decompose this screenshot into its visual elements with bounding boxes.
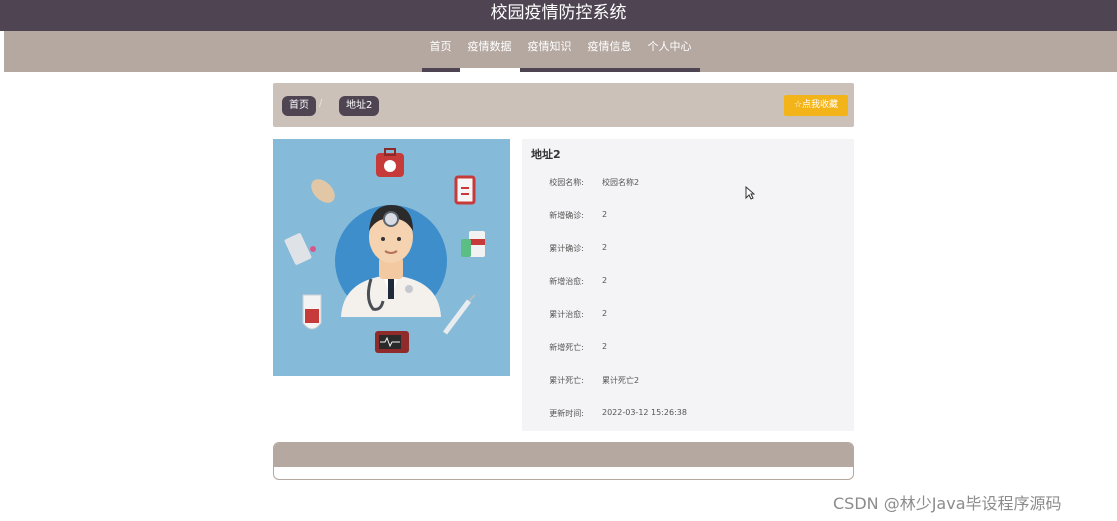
nav-item-epidemic-knowledge[interactable]: 疫情知识 [519, 31, 580, 72]
breadcrumb: 首页 / 地址2 ☆点我收藏 [273, 83, 854, 127]
app-title: 校园疫情防控系统 [490, 3, 627, 23]
detail-info-panel: 地址2 校园名称: 校园名称2 新增确诊: 2 累计确诊: 2 新增治愈: 2 累计治愈… [522, 139, 854, 431]
field-label: 新增确诊: [549, 211, 584, 220]
field-label: 累计死亡: [549, 376, 584, 385]
favorite-button[interactable]: ☆点我收藏 [784, 95, 848, 116]
field-label: 累计治愈: [549, 310, 584, 319]
field-value: 校园名称2 [602, 178, 640, 187]
nav-underline [421, 68, 460, 72]
field-value: 2022-03-12 15:26:38 [602, 408, 687, 417]
field-value: 2 [602, 243, 608, 252]
nav-item-label: 疫情数据 [467, 40, 512, 53]
doctor-illustration [284, 148, 485, 353]
field-label: 累计确诊: [549, 244, 584, 253]
detail-row-new-recovered: 新增治愈: 2 [522, 276, 854, 292]
watermark: CSDN @林少Java毕设程序源码 [833, 494, 1062, 513]
detail-row-total-recovered: 累计治愈: 2 [522, 309, 854, 325]
breadcrumb-home[interactable]: 首页 [282, 96, 316, 116]
breadcrumb-separator: / [319, 98, 323, 109]
field-label: 校园名称: [549, 178, 584, 187]
nav-underline [579, 68, 640, 72]
nav-underline [639, 68, 700, 72]
detail-row-new-deaths: 新增死亡: 2 [522, 342, 854, 358]
field-label: 新增死亡: [549, 343, 584, 352]
field-value: 2 [602, 342, 608, 351]
comments-panel-header [274, 443, 853, 467]
detail-row-total-confirmed: 累计确诊: 2 [522, 243, 854, 259]
nav-item-label: 个人中心 [647, 40, 692, 53]
detail-row-update-time: 更新时间: 2022-03-12 15:26:38 [522, 408, 854, 424]
field-value: 2 [602, 210, 608, 219]
nav-item-label: 疫情信息 [587, 40, 632, 53]
main-nav: 首页 疫情数据 疫情知识 疫情信息 个人中心 [4, 31, 1117, 72]
nav-item-label: 疫情知识 [527, 40, 572, 53]
detail-row-new-confirmed: 新增确诊: 2 [522, 210, 854, 226]
field-value: 2 [602, 276, 608, 285]
detail-title: 地址2 [531, 148, 561, 161]
comments-panel [273, 442, 854, 480]
nav-underline [519, 68, 580, 72]
nav-item-epidemic-info[interactable]: 疫情信息 [579, 31, 640, 72]
field-value: 累计死亡2 [602, 376, 640, 385]
field-value: 2 [602, 309, 608, 318]
breadcrumb-current: 地址2 [339, 96, 380, 116]
app-title-bar: 校园疫情防控系统 [0, 0, 1117, 31]
nav-item-label: 首页 [429, 40, 452, 53]
field-label: 更新时间: [549, 409, 584, 418]
nav-item-home[interactable]: 首页 [421, 31, 460, 72]
nav-item-epidemic-data[interactable]: 疫情数据 [459, 31, 520, 72]
detail-row-campus-name: 校园名称: 校园名称2 [522, 177, 854, 193]
detail-image [273, 139, 510, 376]
mouse-cursor-icon [745, 186, 755, 200]
field-label: 新增治愈: [549, 277, 584, 286]
nav-underline [459, 68, 520, 72]
detail-row-total-deaths: 累计死亡: 累计死亡2 [522, 375, 854, 391]
nav-item-personal-center[interactable]: 个人中心 [639, 31, 700, 72]
